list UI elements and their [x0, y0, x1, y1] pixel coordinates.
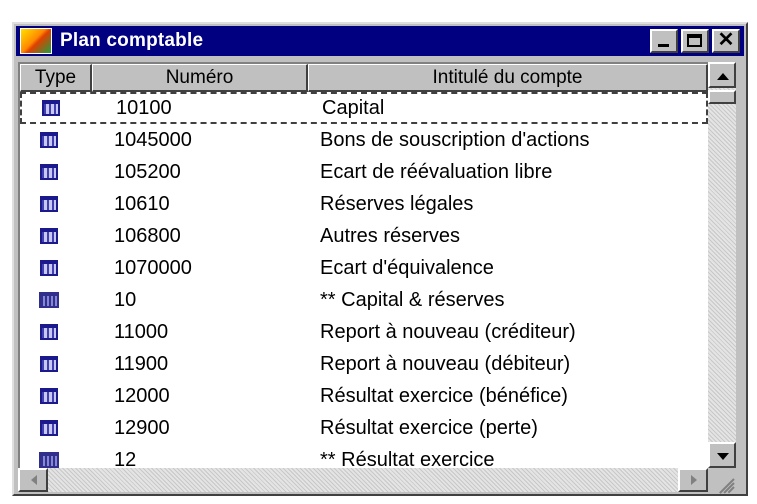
- rows-container: 10100 Capital 1045000 Bons de souscription …: [20, 92, 708, 476]
- type-cell: [20, 228, 92, 244]
- account-number: 12000: [114, 384, 170, 407]
- account-icon: [40, 132, 58, 148]
- window-title: Plan comptable: [60, 30, 204, 51]
- account-icon: [40, 260, 58, 276]
- account-label: Ecart d'équivalence: [320, 256, 494, 279]
- type-cell: [20, 356, 92, 372]
- account-number: 1045000: [114, 128, 192, 151]
- column-header-number[interactable]: Numéro: [92, 64, 308, 92]
- account-number: 1070000: [114, 256, 192, 279]
- account-number: 12900: [114, 416, 170, 439]
- resize-grip[interactable]: [708, 468, 736, 494]
- table-row[interactable]: 11000 Report à nouveau (créditeur): [20, 316, 708, 348]
- app-icon[interactable]: [20, 28, 52, 54]
- table-row[interactable]: 1070000 Ecart d'équivalence: [20, 252, 708, 284]
- account-label: Réserves légales: [320, 192, 474, 215]
- arrow-up-icon: [717, 73, 729, 80]
- column-header-label[interactable]: Intitulé du compte: [308, 64, 708, 92]
- type-cell: [20, 324, 92, 340]
- accounts-list[interactable]: Type Numéro Intitulé du compte 10100 Capi…: [18, 62, 708, 471]
- account-icon: [40, 228, 58, 244]
- type-cell: [20, 292, 92, 308]
- table-row[interactable]: 12900 Résultat exercice (perte): [20, 412, 708, 444]
- account-label: ** Capital & réserves: [320, 288, 505, 311]
- account-label: Report à nouveau (débiteur): [320, 352, 571, 375]
- column-header-row: Type Numéro Intitulé du compte: [20, 64, 708, 92]
- scroll-down-button[interactable]: [708, 442, 736, 468]
- table-row[interactable]: 11900 Report à nouveau (débiteur): [20, 348, 708, 380]
- type-cell: [20, 388, 92, 404]
- type-cell: [22, 100, 94, 116]
- table-row[interactable]: 1045000 Bons de souscription d'actions: [20, 124, 708, 156]
- table-row[interactable]: 106800 Autres réserves: [20, 220, 708, 252]
- account-icon: [40, 324, 58, 340]
- title-bar[interactable]: Plan comptable ✕: [16, 26, 744, 56]
- account-number: 105200: [114, 160, 181, 183]
- table-row[interactable]: 10100 Capital: [20, 92, 708, 124]
- account-label: Résultat exercice (perte): [320, 416, 538, 439]
- arrow-down-icon: [717, 453, 729, 460]
- account-icon: [40, 388, 58, 404]
- table-row[interactable]: 10610 Réserves légales: [20, 188, 708, 220]
- arrow-left-icon: [31, 475, 37, 485]
- account-icon: [40, 164, 58, 180]
- account-icon: [42, 100, 60, 116]
- arrow-right-icon: [691, 475, 697, 485]
- close-icon: ✕: [717, 29, 735, 51]
- account-label: Bons de souscription d'actions: [320, 128, 590, 151]
- scroll-right-button[interactable]: [678, 468, 708, 492]
- scroll-up-button[interactable]: [708, 62, 736, 88]
- plan-comptable-window: Plan comptable ✕ Type Numéro Intitulé du…: [12, 22, 748, 496]
- account-number: 10610: [114, 192, 170, 215]
- account-icon: [40, 356, 58, 372]
- scroll-left-button[interactable]: [18, 468, 48, 492]
- account-label: Résultat exercice (bénéfice): [320, 384, 568, 407]
- type-cell: [20, 164, 92, 180]
- account-label: Ecart de réévaluation libre: [320, 160, 553, 183]
- horizontal-scrollbar[interactable]: [18, 468, 708, 492]
- maximize-icon: [687, 34, 702, 47]
- account-number: 11900: [114, 352, 169, 375]
- account-label: Report à nouveau (créditeur): [320, 320, 576, 343]
- total-account-icon: [39, 452, 59, 468]
- maximize-button[interactable]: [681, 29, 709, 53]
- table-row[interactable]: 12000 Résultat exercice (bénéfice): [20, 380, 708, 412]
- type-cell: [20, 260, 92, 276]
- type-cell: [20, 420, 92, 436]
- account-label: Capital: [322, 96, 385, 119]
- type-cell: [20, 132, 92, 148]
- account-number: 10100: [116, 96, 172, 119]
- account-icon: [40, 196, 58, 212]
- type-cell: [20, 452, 92, 468]
- account-number: 11000: [114, 320, 169, 343]
- minimize-icon: [658, 44, 669, 47]
- vertical-scroll-thumb[interactable]: [708, 90, 736, 104]
- table-row[interactable]: 105200 Ecart de réévaluation libre: [20, 156, 708, 188]
- table-row[interactable]: 10 ** Capital & réserves: [20, 284, 708, 316]
- vertical-scrollbar[interactable]: [708, 62, 736, 468]
- minimize-button[interactable]: [650, 29, 678, 53]
- total-account-icon: [39, 292, 59, 308]
- account-number: 10: [114, 288, 137, 311]
- account-label: Autres réserves: [320, 224, 461, 247]
- account-number: 106800: [114, 224, 181, 247]
- column-header-type[interactable]: Type: [20, 64, 92, 92]
- account-icon: [40, 420, 58, 436]
- close-button[interactable]: ✕: [712, 29, 740, 53]
- type-cell: [20, 196, 92, 212]
